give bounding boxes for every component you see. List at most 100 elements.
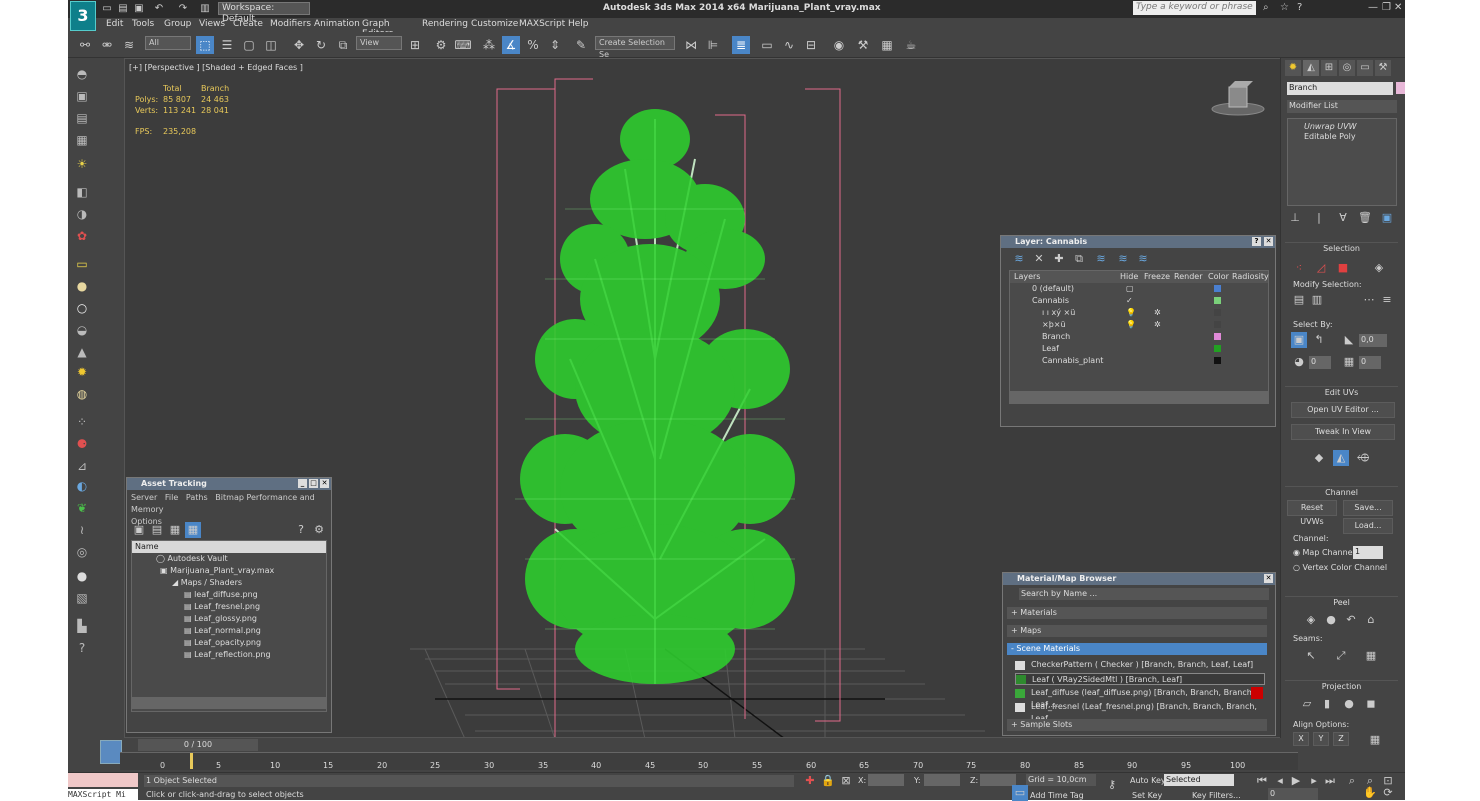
layer-manager-icon[interactable]: ≣ — [732, 36, 750, 54]
material-search-input[interactable]: Search by Name ... — [1019, 588, 1269, 600]
layer-color-swatch[interactable] — [1214, 333, 1221, 340]
asset-row[interactable]: ▤ Leaf_reflection.png — [184, 649, 271, 661]
asset-window-title[interactable]: Asset Tracking _ □ ✕ — [127, 478, 331, 490]
rendered-frame-icon[interactable]: ▦ — [878, 36, 896, 54]
cylindrical-map-icon[interactable]: ▮ — [1319, 696, 1335, 712]
pan-icon[interactable]: ✋ — [1362, 785, 1378, 801]
uv-rotate-icon[interactable]: ⬲ — [1355, 450, 1371, 466]
isolate-selection-icon[interactable]: ✚ — [802, 773, 818, 789]
reset-uvws-button[interactable]: Reset UVWs — [1287, 500, 1337, 526]
asset-row[interactable]: ◯ Autodesk Vault — [156, 553, 228, 565]
x-coordinate-field[interactable] — [868, 774, 904, 786]
material-item[interactable]: Leaf_diffuse (leaf_diffuse.png) [Branch,… — [1015, 687, 1265, 709]
asset-row[interactable]: ◢ Maps / Shaders — [172, 577, 242, 589]
layer-row[interactable]: ı ı xý ×ü 💡 ✲ — [1010, 307, 1268, 319]
table-view-icon[interactable]: ▦ — [167, 522, 183, 538]
mini-curve-editor-icon[interactable] — [100, 740, 122, 764]
material-item[interactable]: CheckerPattern ( Checker ) [Branch, Bran… — [1015, 659, 1265, 671]
point-to-point-seam-icon[interactable]: ↖ — [1303, 648, 1319, 664]
orbit-icon[interactable]: ⟳ — [1380, 785, 1396, 801]
material-editor-icon[interactable]: ◉ — [830, 36, 848, 54]
layer-color-swatch[interactable] — [1214, 297, 1221, 304]
hair-icon[interactable]: ≀ — [74, 522, 90, 538]
menu-edit[interactable]: Edit — [106, 19, 123, 29]
shrink-selection-icon[interactable]: ▥ — [1309, 292, 1325, 308]
align-x-button[interactable]: X — [1293, 732, 1309, 746]
pivot-icon[interactable]: ⊞ — [406, 36, 424, 54]
peel-mode-icon[interactable]: ● — [1323, 612, 1339, 628]
edit-uvs-rollout-header[interactable]: Edit UVs — [1285, 386, 1398, 397]
asset-close-icon[interactable]: ✕ — [320, 479, 329, 488]
layers-column-header[interactable]: Layers — [1014, 271, 1040, 283]
asset-settings-icon[interactable]: ⚙ — [311, 522, 327, 538]
layer-row[interactable]: Branch — [1010, 331, 1268, 343]
asset-minimize-icon[interactable]: _ — [298, 479, 307, 488]
asset-row[interactable]: ▤ leaf_diffuse.png — [184, 589, 258, 601]
selection-filter-dropdown[interactable]: All — [145, 36, 191, 50]
hierarchy-tab-icon[interactable]: ⊞ — [1321, 60, 1337, 76]
asset-row[interactable]: ▤ Leaf_fresnel.png — [184, 601, 260, 613]
make-unique-icon[interactable]: ∀ — [1335, 210, 1351, 226]
link-icon[interactable]: ⚯ — [76, 36, 94, 54]
auto-key-button[interactable]: Auto Key — [1130, 776, 1166, 785]
material-browser-title[interactable]: Material/Map Browser ✕ — [1003, 573, 1275, 585]
select-by-name-icon[interactable]: ☰ — [218, 36, 236, 54]
selection-lock-icon[interactable]: 🔒 — [820, 773, 836, 789]
particles-icon[interactable]: ⁘ — [74, 414, 90, 430]
hide-column-header[interactable]: Hide — [1120, 271, 1138, 283]
asset-row[interactable]: ▤ Leaf_normal.png — [184, 625, 261, 637]
new-file-icon[interactable]: ▭ — [100, 2, 114, 15]
angle-spinner[interactable]: 0,0 — [1359, 334, 1387, 347]
hide-all-layers-icon[interactable]: ≋ — [1115, 251, 1131, 267]
projection-rollout-header[interactable]: Projection — [1285, 680, 1398, 691]
smoothing-spinner[interactable]: 0 — [1359, 356, 1381, 369]
menu-create[interactable]: Create — [233, 19, 263, 29]
minimize-icon[interactable]: — — [1368, 2, 1378, 13]
maxscript-mini-listener[interactable]: MAXScript Mi — [68, 789, 138, 800]
select-by-uv-icon[interactable]: ↰ — [1311, 332, 1327, 348]
open-uv-editor-button[interactable]: Open UV Editor ... — [1291, 402, 1395, 418]
layer-row[interactable]: 0 (default) ▢ — [1010, 283, 1268, 295]
radiosity-column-header[interactable]: Radiosity — [1232, 271, 1269, 283]
align-best-icon[interactable]: ▦ — [1367, 732, 1383, 748]
select-by-angle-icon[interactable]: ◣ — [1341, 332, 1357, 348]
workspace-dropdown[interactable]: Workspace: Default — [218, 2, 310, 24]
add-to-layer-icon[interactable]: ✚ — [1051, 251, 1067, 267]
asset-help-icon[interactable]: ? — [293, 522, 309, 538]
maps-group[interactable]: + Maps — [1007, 625, 1267, 637]
save-file-icon[interactable]: ▣ — [132, 2, 146, 15]
angle-snap-icon[interactable]: ∡ — [502, 36, 520, 54]
layer-tool-icon[interactable]: ▤ — [74, 110, 90, 126]
freeze-column-header[interactable]: Freeze — [1144, 271, 1170, 283]
hidden-bulb-icon[interactable]: 💡 — [1126, 319, 1136, 331]
align-y-button[interactable]: Y — [1313, 732, 1329, 746]
seam-to-edge-icon[interactable]: ▦ — [1363, 648, 1379, 664]
modifier-stack[interactable]: Unwrap UVW Editable Poly — [1287, 118, 1397, 206]
frozen-icon[interactable]: ✲ — [1154, 319, 1161, 331]
absolute-mode-icon[interactable]: ⊠ — [838, 773, 854, 789]
align-icon[interactable]: ⊫ — [704, 36, 722, 54]
material-browser-close-icon[interactable]: ✕ — [1264, 574, 1273, 583]
pin-icon[interactable]: ⌂ — [1363, 612, 1379, 628]
close-icon[interactable]: ✕ — [1394, 2, 1402, 13]
light-icon[interactable]: ☀ — [74, 156, 90, 172]
sun-icon[interactable]: ✹ — [74, 364, 90, 380]
sphere-icon[interactable]: ● — [74, 278, 90, 294]
edge-subobject-icon[interactable]: ◿ — [1313, 260, 1329, 276]
spacewarp-icon[interactable]: ✿ — [74, 228, 90, 244]
lock-icon[interactable]: ▙ — [74, 618, 90, 634]
menu-group[interactable]: Group — [164, 19, 191, 29]
menu-maxscript[interactable]: MAXScript — [519, 19, 565, 29]
freeze-all-layers-icon[interactable]: ≋ — [1135, 251, 1151, 267]
display-tab-icon[interactable]: ▭ — [1357, 60, 1373, 76]
motion-tab-icon[interactable]: ◎ — [1339, 60, 1355, 76]
cloth-icon[interactable]: ◎ — [74, 544, 90, 560]
asset-menu-file[interactable]: File — [165, 493, 178, 502]
modifier-list-dropdown[interactable]: Modifier List — [1287, 100, 1397, 113]
rect-selection-icon[interactable]: ▢ — [240, 36, 258, 54]
spherical-map-icon[interactable]: ● — [1341, 696, 1357, 712]
element-subobject-icon[interactable]: ◈ — [1371, 260, 1387, 276]
unlink-icon[interactable]: ⚮ — [98, 36, 116, 54]
ring-selection-icon[interactable]: ≡ — [1379, 292, 1395, 308]
tree-view-icon[interactable]: ▦ — [185, 522, 201, 538]
